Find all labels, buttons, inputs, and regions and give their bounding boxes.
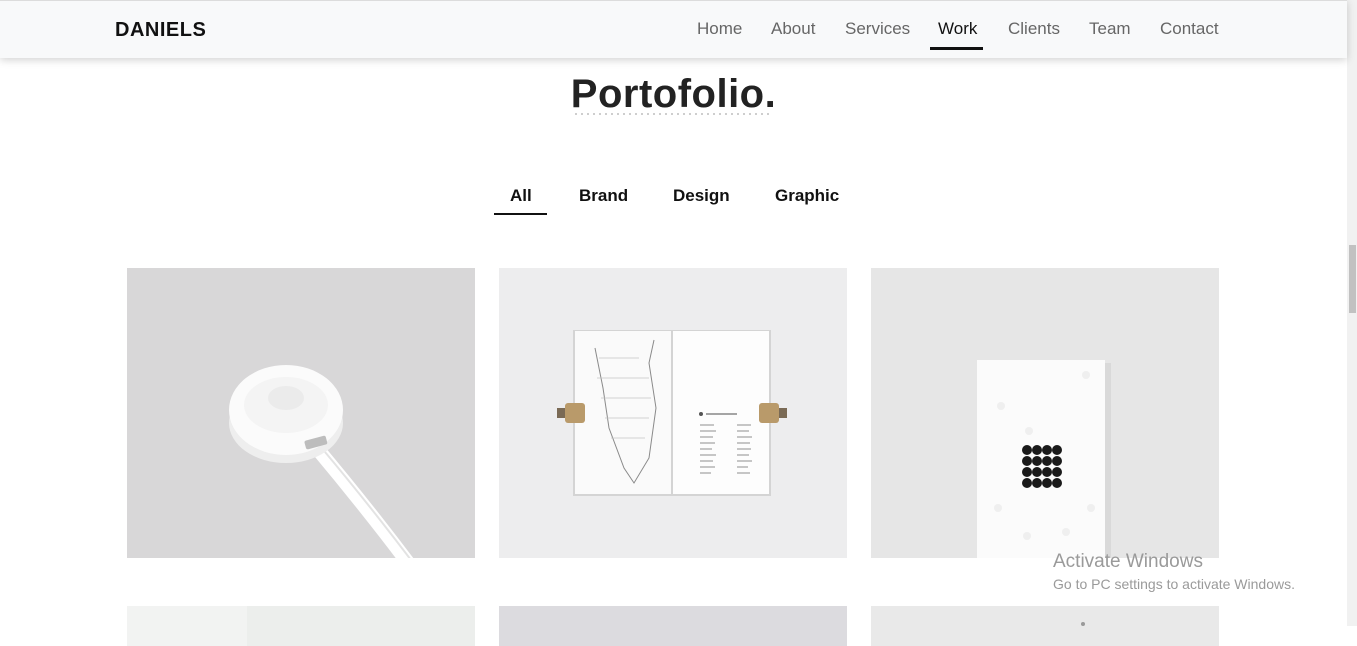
top-navbar: DANIELS Home About Services Work Clients… <box>0 0 1347 58</box>
portfolio-item[interactable] <box>499 268 847 558</box>
filter-active-indicator <box>494 213 547 215</box>
activate-windows-subtitle: Go to PC settings to activate Windows. <box>1053 576 1295 592</box>
nav-active-indicator <box>930 47 983 50</box>
portfolio-image-6 <box>871 606 1219 646</box>
page-scrollbar[interactable] <box>1347 0 1357 626</box>
portfolio-item[interactable] <box>871 606 1219 646</box>
white-card-dots-image <box>977 360 1111 558</box>
portfolio-item[interactable] <box>871 268 1219 558</box>
filter-all[interactable]: All <box>510 186 532 206</box>
nav-home[interactable]: Home <box>697 19 742 39</box>
title-dotted-underline <box>573 113 771 115</box>
portfolio-item[interactable] <box>499 606 847 646</box>
nav-about[interactable]: About <box>771 19 815 39</box>
nav-services[interactable]: Services <box>845 19 910 39</box>
filter-brand[interactable]: Brand <box>579 186 628 206</box>
activate-windows-title: Activate Windows <box>1053 551 1203 572</box>
nav-contact[interactable]: Contact <box>1160 19 1219 39</box>
scrollbar-thumb[interactable] <box>1349 245 1356 313</box>
section-title: Portofolio. <box>570 72 777 116</box>
nav-work[interactable]: Work <box>938 19 977 39</box>
open-map-book-image <box>557 330 787 496</box>
filter-design[interactable]: Design <box>673 186 730 206</box>
portfolio-item[interactable] <box>127 268 475 558</box>
portfolio-item[interactable] <box>127 606 475 646</box>
apple-watch-charger-image <box>229 365 414 558</box>
portfolio-image-5 <box>499 606 847 646</box>
main-nav: Home About Services Work Clients Team Co… <box>0 1 1347 58</box>
nav-team[interactable]: Team <box>1089 19 1131 39</box>
portfolio-image-4 <box>127 606 475 646</box>
nav-clients[interactable]: Clients <box>1008 19 1060 39</box>
filter-graphic[interactable]: Graphic <box>775 186 839 206</box>
